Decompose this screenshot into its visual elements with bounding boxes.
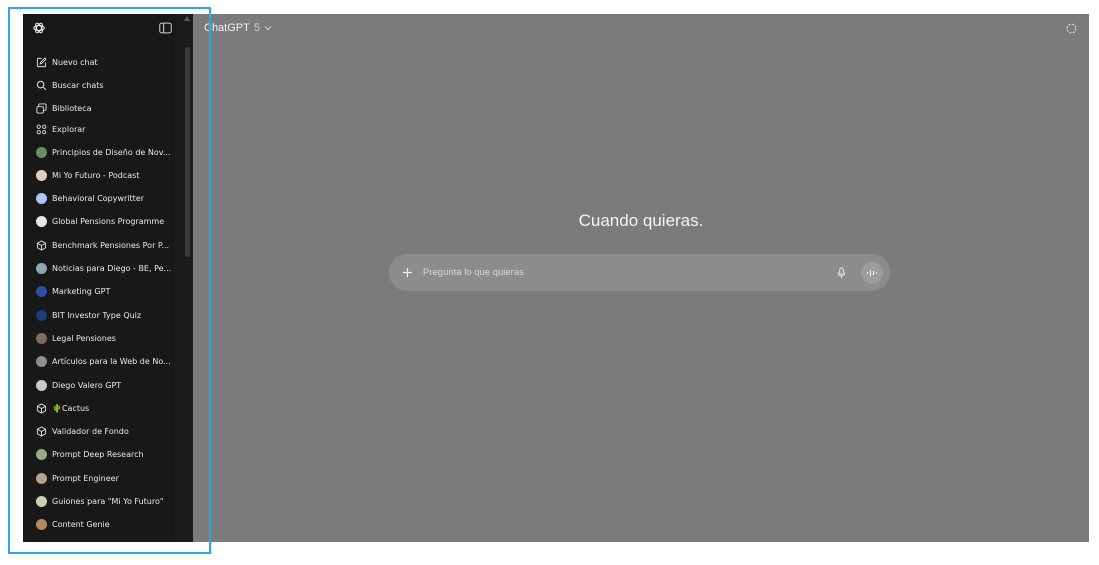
gpt-label: Marketing GPT <box>52 287 111 297</box>
library-icon <box>35 102 47 114</box>
gpt-avatar-icon <box>35 263 47 275</box>
gpt-label: Diego Valero GPT <box>52 380 122 390</box>
gpt-item[interactable]: Benchmark Pensiones Por P... <box>35 236 183 254</box>
gpt-label: Principios de Diseño de Nov... <box>52 147 171 157</box>
gpt-label: Prompt Engineer <box>52 473 119 483</box>
scroll-up-arrow-icon[interactable] <box>184 16 190 21</box>
gpt-label: 🌵Cactus <box>52 403 90 413</box>
gpt-item[interactable]: Global Pensions Programme <box>35 213 183 231</box>
gpt-avatar-icon <box>35 309 47 321</box>
gpt-label: Legal Pensiones <box>52 333 116 343</box>
gpt-avatar-icon <box>35 356 47 368</box>
gpt-item[interactable]: Content Genie <box>35 516 183 534</box>
sidebar: Nuevo chat Buscar chats Biblioteca Explo… <box>23 14 193 542</box>
gpt-avatar-icon <box>35 169 47 181</box>
model-version: 5 <box>253 22 260 34</box>
hero-heading: Cuando quieras. <box>578 211 704 230</box>
nav-library[interactable]: Biblioteca <box>35 99 183 117</box>
gpt-item[interactable]: Diego Valero GPT <box>35 376 183 394</box>
nav-label: Biblioteca <box>52 103 92 113</box>
gpt-avatar-icon <box>35 496 47 508</box>
waveform-icon <box>867 269 877 276</box>
gpt-label: Global Pensions Programme <box>52 217 165 227</box>
nav-explore[interactable]: Explorar <box>35 120 183 138</box>
gpt-avatar-icon <box>35 519 47 531</box>
gpt-avatar-icon <box>35 216 47 228</box>
main-panel: ChatGPT 5 Cuando quieras. Pregunta lo qu… <box>193 14 1089 542</box>
gpt-item[interactable]: Principios de Diseño de Nov... <box>35 143 183 161</box>
gpt-item[interactable]: Behavioral Copywritter <box>35 190 183 208</box>
gpt-label: Behavioral Copywritter <box>52 194 145 204</box>
gpt-item[interactable]: Guiones para "Mi Yo Futuro" <box>35 493 183 511</box>
gpt-item[interactable]: BIT Investor Type Quiz <box>35 306 183 324</box>
gpt-item[interactable]: 🌵Cactus <box>35 399 183 417</box>
gpt-label: Validador de Fondo <box>52 427 129 437</box>
gpt-cube-icon <box>35 239 47 251</box>
gpt-item[interactable]: Validador de Fondo <box>35 423 183 441</box>
gpt-avatar-icon <box>35 379 47 391</box>
prompt-input[interactable]: Pregunta lo que quieras <box>423 267 837 278</box>
model-picker-button[interactable]: ChatGPT 5 <box>204 22 272 34</box>
gpt-item[interactable]: Mi Yo Futuro - Podcast <box>35 166 183 184</box>
chevron-down-icon <box>264 26 272 31</box>
gpt-item[interactable]: Artículos para la Web de No... <box>35 353 183 371</box>
sidebar-header <box>23 14 173 44</box>
app-window: Nuevo chat Buscar chats Biblioteca Explo… <box>23 14 1089 542</box>
gpt-cube-icon <box>35 426 47 438</box>
temporary-chat-icon[interactable] <box>1066 23 1077 34</box>
sidebar-toggle-icon[interactable] <box>159 22 172 34</box>
plus-icon[interactable] <box>402 267 413 278</box>
gpt-item[interactable]: Prompt Engineer <box>35 469 183 487</box>
nav-label: Explorar <box>52 124 86 134</box>
gpt-item[interactable]: Marketing GPT <box>35 283 183 301</box>
gpt-label: Prompt Deep Research <box>52 450 144 460</box>
openai-logo-icon[interactable] <box>32 21 46 35</box>
composer: Pregunta lo que quieras <box>389 254 890 291</box>
gpt-avatar-icon <box>35 332 47 344</box>
microphone-icon[interactable] <box>837 266 846 279</box>
gpt-avatar-icon <box>35 146 47 158</box>
voice-mode-button[interactable] <box>861 261 883 284</box>
explore-icon <box>35 123 47 135</box>
nav-label: Buscar chats <box>52 80 104 90</box>
nav-search-chats[interactable]: Buscar chats <box>35 76 183 94</box>
gpt-label: Content Genie <box>52 520 110 530</box>
gpt-avatar-icon <box>35 193 47 205</box>
new-chat-icon <box>35 56 47 68</box>
gpt-item[interactable]: Legal Pensiones <box>35 329 183 347</box>
gpt-item[interactable]: Noticias para Diego - BE, Pe... <box>35 260 183 278</box>
gpt-label: BIT Investor Type Quiz <box>52 310 142 320</box>
model-name: ChatGPT <box>204 22 250 34</box>
nav-label: Nuevo chat <box>52 57 98 67</box>
gpt-avatar-icon <box>35 286 47 298</box>
gpt-avatar-icon <box>35 472 47 484</box>
gpt-label: Guiones para "Mi Yo Futuro" <box>52 497 164 506</box>
gpt-label: Artículos para la Web de No... <box>52 357 171 367</box>
gpt-cube-icon <box>35 402 47 414</box>
sidebar-scrollbar-track <box>175 14 193 542</box>
gpt-label: Mi Yo Futuro - Podcast <box>52 170 140 180</box>
gpt-label: Benchmark Pensiones Por P... <box>52 240 170 250</box>
gpt-item[interactable]: Prompt Deep Research <box>35 446 183 464</box>
search-icon <box>35 79 47 91</box>
gpt-avatar-icon <box>35 449 47 461</box>
sidebar-scrollbar-thumb[interactable] <box>185 47 190 257</box>
gpt-label: Noticias para Diego - BE, Pe... <box>52 264 172 273</box>
sidebar-scroll-area[interactable]: Nuevo chat Buscar chats Biblioteca Explo… <box>23 14 177 542</box>
nav-new-chat[interactable]: Nuevo chat <box>35 53 183 71</box>
